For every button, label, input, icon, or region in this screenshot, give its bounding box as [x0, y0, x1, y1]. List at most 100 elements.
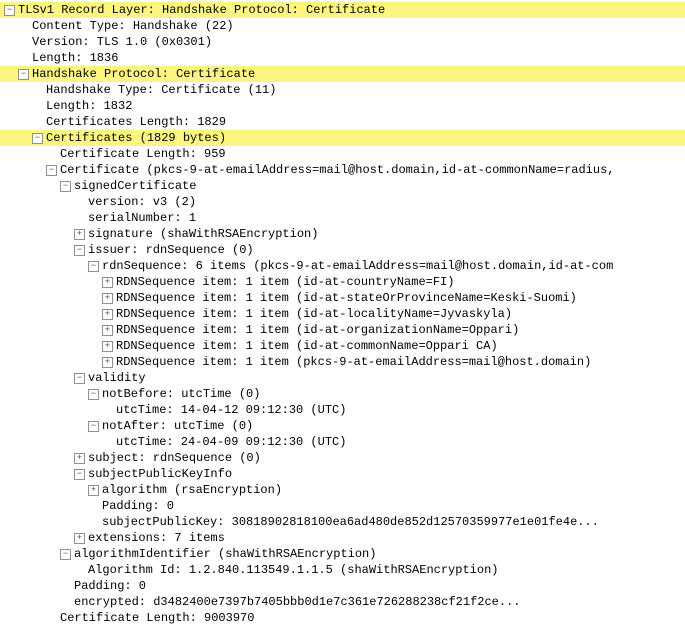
algorithm-identifier[interactable]: − algorithmIdentifier (shaWithRSAEncrypt…: [0, 546, 685, 562]
handshake-length[interactable]: Length: 1832: [0, 98, 685, 114]
tree-label: Handshake Type: Certificate (11): [46, 82, 276, 98]
minus-icon[interactable]: −: [32, 133, 43, 144]
handshake-type[interactable]: Handshake Type: Certificate (11): [0, 82, 685, 98]
algorithm-id[interactable]: Algorithm Id: 1.2.840.113549.1.1.5 (shaW…: [0, 562, 685, 578]
rdn-item-state[interactable]: + RDNSequence item: 1 item (id-at-stateO…: [0, 290, 685, 306]
tree-label: Version: TLS 1.0 (0x0301): [32, 34, 212, 50]
minus-icon[interactable]: −: [74, 245, 85, 256]
issuer[interactable]: − issuer: rdnSequence (0): [0, 242, 685, 258]
certificate-length-1[interactable]: Certificate Length: 959: [0, 146, 685, 162]
tree-label: subjectPublicKeyInfo: [88, 466, 232, 482]
tree-label: Length: 1836: [32, 50, 118, 66]
tree-label: rdnSequence: 6 items (pkcs-9-at-emailAdd…: [102, 258, 613, 274]
tree-label: encrypted: d3482400e7397b7405bbb0d1e7c36…: [74, 594, 520, 610]
tree-label: signedCertificate: [74, 178, 196, 194]
minus-icon[interactable]: −: [18, 69, 29, 80]
plus-icon[interactable]: +: [102, 293, 113, 304]
plus-icon[interactable]: +: [102, 309, 113, 320]
plus-icon[interactable]: +: [74, 453, 85, 464]
tree-label: utcTime: 24-04-09 09:12:30 (UTC): [116, 434, 346, 450]
tree-label: algorithm (rsaEncryption): [102, 482, 282, 498]
rdn-item-locality[interactable]: + RDNSequence item: 1 item (id-at-locali…: [0, 306, 685, 322]
minus-icon[interactable]: −: [46, 165, 57, 176]
sig-padding[interactable]: Padding: 0: [0, 578, 685, 594]
tree-label: Length: 1832: [46, 98, 132, 114]
tree-label: RDNSequence item: 1 item (id-at-countryN…: [116, 274, 454, 290]
not-after-utc[interactable]: utcTime: 24-04-09 09:12:30 (UTC): [0, 434, 685, 450]
not-before-utc[interactable]: utcTime: 14-04-12 09:12:30 (UTC): [0, 402, 685, 418]
tree-label: Certificates Length: 1829: [46, 114, 226, 130]
certificates-length[interactable]: Certificates Length: 1829: [0, 114, 685, 130]
encrypted[interactable]: encrypted: d3482400e7397b7405bbb0d1e7c36…: [0, 594, 685, 610]
rdn-item-country[interactable]: + RDNSequence item: 1 item (id-at-countr…: [0, 274, 685, 290]
cert-version[interactable]: version: v3 (2): [0, 194, 685, 210]
tree-label: utcTime: 14-04-12 09:12:30 (UTC): [116, 402, 346, 418]
not-before[interactable]: − notBefore: utcTime (0): [0, 386, 685, 402]
rdn-item-org[interactable]: + RDNSequence item: 1 item (id-at-organi…: [0, 322, 685, 338]
tree-label: serialNumber: 1: [88, 210, 196, 226]
minus-icon[interactable]: −: [88, 389, 99, 400]
tree-label: RDNSequence item: 1 item (id-at-stateOrP…: [116, 290, 577, 306]
rdn-item-cn[interactable]: + RDNSequence item: 1 item (id-at-common…: [0, 338, 685, 354]
minus-icon[interactable]: −: [4, 5, 15, 16]
tree-label: Certificates (1829 bytes): [46, 130, 226, 146]
minus-icon[interactable]: −: [74, 373, 85, 384]
tree-label: Certificate Length: 959: [60, 146, 226, 162]
tree-label: TLSv1 Record Layer: Handshake Protocol: …: [18, 2, 385, 18]
plus-icon[interactable]: +: [74, 533, 85, 544]
tree-label: RDNSequence item: 1 item (id-at-commonNa…: [116, 338, 498, 354]
tree-label: version: v3 (2): [88, 194, 196, 210]
rdn-sequence[interactable]: − rdnSequence: 6 items (pkcs-9-at-emailA…: [0, 258, 685, 274]
tree-label: Algorithm Id: 1.2.840.113549.1.1.5 (shaW…: [88, 562, 498, 578]
tree-label: RDNSequence item: 1 item (id-at-locality…: [116, 306, 512, 322]
not-after[interactable]: − notAfter: utcTime (0): [0, 418, 685, 434]
minus-icon[interactable]: −: [60, 181, 71, 192]
certificates-header[interactable]: − Certificates (1829 bytes): [0, 130, 685, 146]
signed-certificate[interactable]: − signedCertificate: [0, 178, 685, 194]
tree-label: notBefore: utcTime (0): [102, 386, 260, 402]
content-type[interactable]: Content Type: Handshake (22): [0, 18, 685, 34]
plus-icon[interactable]: +: [88, 485, 99, 496]
certificate-entry[interactable]: − Certificate (pkcs-9-at-emailAddress=ma…: [0, 162, 685, 178]
certificate-length-2[interactable]: Certificate Length: 9003970: [0, 610, 685, 626]
plus-icon[interactable]: +: [102, 325, 113, 336]
length[interactable]: Length: 1836: [0, 50, 685, 66]
minus-icon[interactable]: −: [60, 549, 71, 560]
cert-serial[interactable]: serialNumber: 1: [0, 210, 685, 226]
tree-label: issuer: rdnSequence (0): [88, 242, 254, 258]
minus-icon[interactable]: −: [74, 469, 85, 480]
tree-label: Padding: 0: [74, 578, 146, 594]
minus-icon[interactable]: −: [88, 421, 99, 432]
tree-label: subject: rdnSequence (0): [88, 450, 261, 466]
spki-algorithm[interactable]: + algorithm (rsaEncryption): [0, 482, 685, 498]
plus-icon[interactable]: +: [102, 341, 113, 352]
tree-label: signature (shaWithRSAEncryption): [88, 226, 318, 242]
tree-label: Handshake Protocol: Certificate: [32, 66, 255, 82]
spki-padding[interactable]: Padding: 0: [0, 498, 685, 514]
validity[interactable]: − validity: [0, 370, 685, 386]
tree-label: extensions: 7 items: [88, 530, 225, 546]
tree-label: validity: [88, 370, 146, 386]
cert-signature[interactable]: + signature (shaWithRSAEncryption): [0, 226, 685, 242]
tree-label: Certificate Length: 9003970: [60, 610, 254, 626]
plus-icon[interactable]: +: [102, 357, 113, 368]
subject[interactable]: + subject: rdnSequence (0): [0, 450, 685, 466]
tree-label: notAfter: utcTime (0): [102, 418, 253, 434]
tree-label: subjectPublicKey: 30818902818100ea6ad480…: [102, 514, 599, 530]
plus-icon[interactable]: +: [74, 229, 85, 240]
record-layer-header[interactable]: − TLSv1 Record Layer: Handshake Protocol…: [0, 2, 685, 18]
tree-label: algorithmIdentifier (shaWithRSAEncryptio…: [74, 546, 376, 562]
minus-icon[interactable]: −: [88, 261, 99, 272]
tree-label: RDNSequence item: 1 item (id-at-organiza…: [116, 322, 519, 338]
handshake-protocol-header[interactable]: − Handshake Protocol: Certificate: [0, 66, 685, 82]
version[interactable]: Version: TLS 1.0 (0x0301): [0, 34, 685, 50]
extensions[interactable]: + extensions: 7 items: [0, 530, 685, 546]
subject-public-key-info[interactable]: − subjectPublicKeyInfo: [0, 466, 685, 482]
tree-label: Content Type: Handshake (22): [32, 18, 234, 34]
spki-key[interactable]: subjectPublicKey: 30818902818100ea6ad480…: [0, 514, 685, 530]
tree-label: Certificate (pkcs-9-at-emailAddress=mail…: [60, 162, 615, 178]
tree-label: Padding: 0: [102, 498, 174, 514]
rdn-item-email[interactable]: + RDNSequence item: 1 item (pkcs-9-at-em…: [0, 354, 685, 370]
tree-label: RDNSequence item: 1 item (pkcs-9-at-emai…: [116, 354, 591, 370]
plus-icon[interactable]: +: [102, 277, 113, 288]
